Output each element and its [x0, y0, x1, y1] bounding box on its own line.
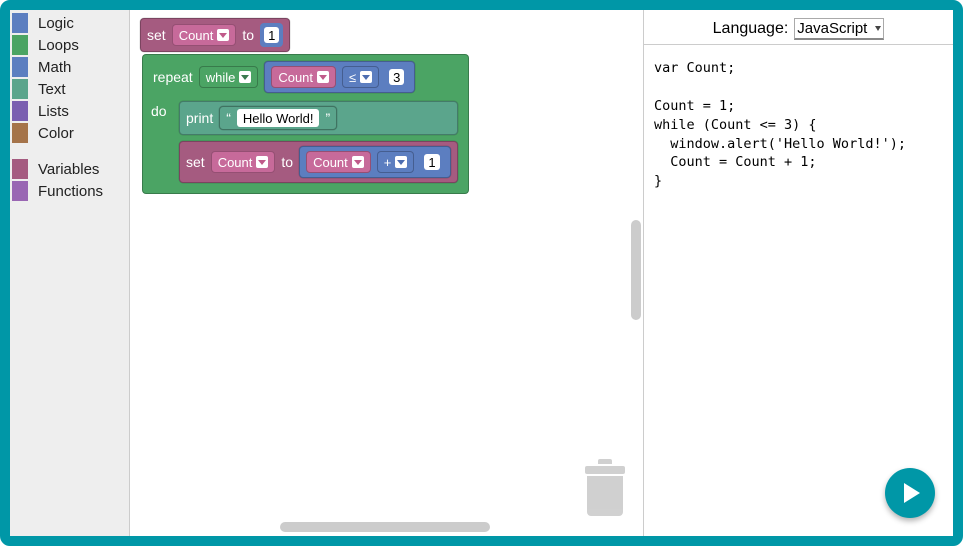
variable-dropdown[interactable]: Count [211, 151, 276, 173]
string-value[interactable]: Hello World! [237, 109, 320, 127]
operator-dropdown[interactable]: + [377, 151, 415, 173]
operator-value: ≤ [349, 70, 356, 85]
operator-value: + [384, 155, 392, 170]
variable-dropdown[interactable]: Count [271, 66, 336, 88]
run-button[interactable] [885, 468, 935, 518]
chevron-down-icon [352, 156, 364, 168]
category-functions[interactable]: Functions [10, 180, 129, 202]
language-selected: JavaScript [797, 20, 867, 37]
category-logic[interactable]: Logic [10, 12, 129, 34]
language-label: Language: [713, 20, 789, 38]
category-stripe [12, 57, 28, 77]
category-stripe [12, 123, 28, 143]
number-value: 3 [389, 69, 404, 85]
operator-dropdown[interactable]: ≤ [342, 66, 379, 88]
block-arithmetic[interactable]: Count + 1 [299, 146, 451, 178]
block-set-variable[interactable]: set Count to Count [179, 141, 458, 183]
app-frame: Logic Loops Math Text Lists Color Variab… [0, 0, 963, 546]
category-label: Logic [38, 15, 74, 32]
number-input[interactable]: 1 [260, 23, 283, 47]
category-label: Loops [38, 37, 79, 54]
category-color[interactable]: Color [10, 122, 129, 144]
category-math[interactable]: Math [10, 56, 129, 78]
mode-dropdown[interactable]: while [199, 66, 259, 88]
category-stripe [12, 13, 28, 33]
category-label: Color [38, 125, 74, 142]
workspace[interactable]: set Count to 1 repeat while [130, 10, 643, 536]
category-lists[interactable]: Lists [10, 100, 129, 122]
language-select[interactable]: JavaScript [794, 18, 884, 40]
variable-dropdown[interactable]: Count [172, 24, 237, 46]
vertical-scrollbar[interactable] [631, 220, 641, 320]
number-value: 1 [424, 154, 439, 170]
variable-dropdown[interactable]: Count [306, 151, 371, 173]
variable-name: Count [313, 155, 348, 170]
category-label: Variables [38, 161, 99, 178]
horizontal-scrollbar[interactable] [280, 522, 490, 532]
variable-name: Count [218, 155, 253, 170]
print-label: print [186, 110, 213, 126]
block-compare[interactable]: Count ≤ 3 [264, 61, 415, 93]
block-set-variable[interactable]: set Count to 1 [140, 18, 290, 52]
trash-icon[interactable] [585, 459, 625, 514]
chevron-down-icon [360, 71, 372, 83]
do-label: do [151, 103, 167, 119]
block-stack: set Count to 1 repeat while [140, 18, 469, 194]
number-input[interactable]: 1 [420, 150, 443, 174]
quote-left-icon: “ [226, 110, 231, 126]
category-variables[interactable]: Variables [10, 158, 129, 180]
repeat-label: repeat [153, 69, 193, 85]
block-repeat-while[interactable]: repeat while Count ≤ [142, 54, 469, 194]
category-text[interactable]: Text [10, 78, 129, 100]
variable-name: Count [179, 28, 214, 43]
to-label: to [281, 154, 293, 170]
set-label: set [147, 27, 166, 43]
code-panel: Language: JavaScript var Count; Count = … [643, 10, 953, 536]
language-row: Language: JavaScript [644, 10, 953, 45]
number-input[interactable]: 3 [385, 65, 408, 89]
number-value: 1 [264, 27, 279, 43]
category-stripe [12, 101, 28, 121]
category-stripe [12, 181, 28, 201]
chevron-down-icon [256, 156, 268, 168]
category-label: Math [38, 59, 71, 76]
block-string[interactable]: “ Hello World! ” [219, 106, 337, 130]
category-stripe [12, 79, 28, 99]
toolbox: Logic Loops Math Text Lists Color Variab… [10, 10, 130, 536]
to-label: to [242, 27, 254, 43]
set-label: set [186, 154, 205, 170]
category-label: Text [38, 81, 66, 98]
category-label: Functions [38, 183, 103, 200]
category-stripe [12, 35, 28, 55]
category-stripe [12, 159, 28, 179]
category-label: Lists [38, 103, 69, 120]
chevron-down-icon [239, 71, 251, 83]
mode-value: while [206, 70, 236, 85]
chevron-down-icon [395, 156, 407, 168]
block-print[interactable]: print “ Hello World! ” [179, 101, 458, 135]
chevron-down-icon [317, 71, 329, 83]
variable-name: Count [278, 70, 313, 85]
chevron-down-icon [217, 29, 229, 41]
quote-right-icon: ” [325, 110, 330, 126]
category-loops[interactable]: Loops [10, 34, 129, 56]
generated-code: var Count; Count = 1; while (Count <= 3)… [644, 45, 953, 205]
